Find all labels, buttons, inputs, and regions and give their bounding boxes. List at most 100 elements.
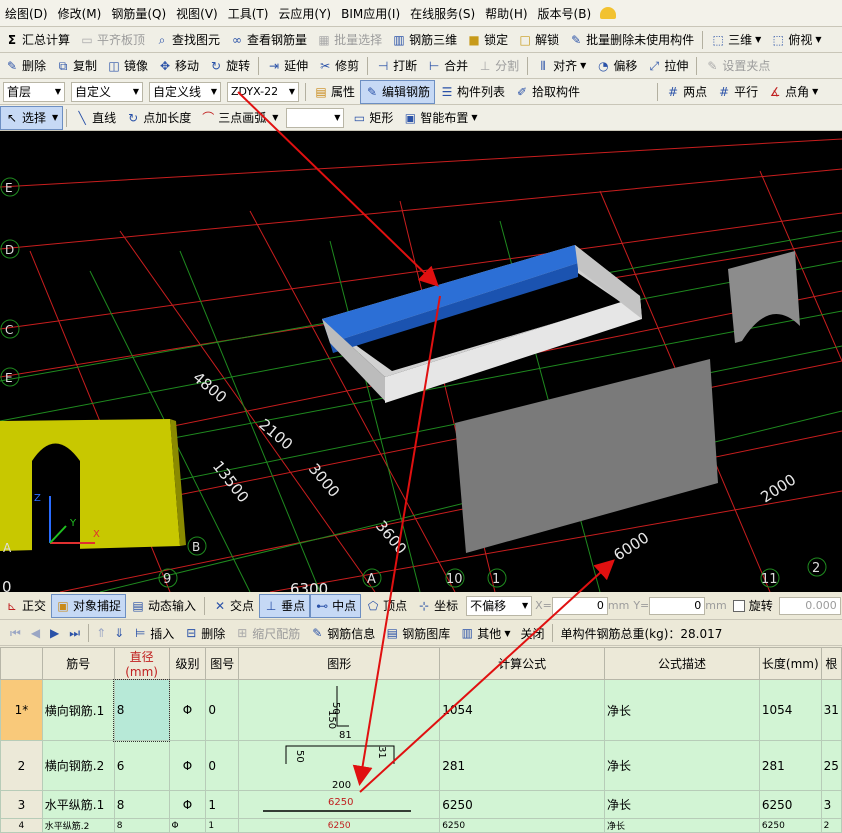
last-record-icon[interactable]: ⏭ (69, 626, 80, 641)
split-button[interactable]: ⊥ 分割 (473, 54, 524, 78)
next-record-icon[interactable]: ▶ (50, 626, 59, 640)
formula-desc-cell[interactable]: 净长 (604, 818, 760, 833)
grade-cell[interactable]: Φ (168, 790, 207, 819)
extend-button[interactable]: ⇥ 延伸 (262, 54, 313, 78)
break-button[interactable]: ⊣ 打断 (371, 54, 422, 78)
length-cell[interactable]: 281 (758, 740, 822, 791)
view-3d-dropdown[interactable]: ⬚ 三维 ▼ (706, 28, 766, 52)
align-dropdown[interactable]: ⫴ 对齐 ▼ (531, 54, 591, 78)
menu-online[interactable]: 在线服务(S) (405, 5, 480, 22)
delete-button[interactable]: ✎ 删除 (0, 54, 51, 78)
formula-desc-cell[interactable]: 净长 (604, 790, 760, 819)
length-cell[interactable]: 1054 (758, 679, 822, 741)
menu-version[interactable]: 版本号(B) (533, 5, 597, 22)
shape-cell[interactable]: 150 50 81 (238, 679, 441, 741)
floor-select[interactable]: 首层 ▼ (3, 81, 65, 102)
col-diameter[interactable]: 直径(mm) (113, 647, 170, 680)
top-view-dropdown[interactable]: ⬚ 俯视 ▼ (766, 28, 826, 52)
table-row[interactable]: 2 横向钢筋.2 6 Φ 0 50 31 200 281 净长 281 25 (0, 740, 842, 791)
rotate-checkbox[interactable] (732, 599, 745, 612)
perpendicular-snap-button[interactable]: ⊥ 垂点 (259, 593, 311, 618)
menu-draw[interactable]: 绘图(D) (0, 5, 53, 22)
find-element-button[interactable]: ⌕ 查找图元 (150, 28, 225, 52)
intersect-snap-button[interactable]: ✕ 交点 (208, 594, 259, 618)
menu-cloud[interactable]: 云应用(Y) (273, 5, 336, 22)
formula-cell[interactable]: 1054 (439, 679, 606, 741)
rect-button[interactable]: ▭ 矩形 (347, 106, 398, 130)
copy-button[interactable]: ⧉ 复制 (51, 54, 102, 78)
category-select[interactable]: 自定义 ▼ (71, 81, 143, 102)
close-grid-button[interactable]: 关闭 (515, 621, 549, 645)
rotate-button[interactable]: ↻ 旋转 (204, 54, 255, 78)
col-figure-no[interactable]: 图号 (205, 647, 240, 680)
shape-cell[interactable]: 50 31 200 (238, 740, 441, 791)
delete-row-button[interactable]: ⊟ 删除 (179, 621, 230, 645)
line-button[interactable]: ╲ 直线 (70, 106, 121, 130)
point-angle-dropdown[interactable]: ∡ 点角 ▼ (763, 80, 823, 104)
trim-button[interactable]: ✂ 修剪 (313, 54, 364, 78)
select-dropdown[interactable]: ↖ 选择 ▼ (0, 105, 64, 130)
first-record-icon[interactable]: ⏮ (10, 626, 21, 641)
formula-cell[interactable]: 281 (439, 740, 606, 791)
formula-cell[interactable]: 6250 (439, 790, 606, 819)
grade-cell[interactable]: Φ (168, 740, 207, 791)
summary-button[interactable]: Σ 汇总计算 (0, 28, 75, 52)
helmet-icon[interactable] (600, 7, 617, 19)
vertex-snap-button[interactable]: ⬠ 顶点 (361, 594, 412, 618)
move-button[interactable]: ✥ 移动 (153, 54, 204, 78)
menu-help[interactable]: 帮助(H) (480, 5, 532, 22)
col-grade[interactable]: 级别 (168, 647, 207, 680)
shape-cell[interactable]: 6250 (238, 818, 441, 833)
mirror-button[interactable]: ◫ 镜像 (102, 54, 153, 78)
pick-component-button[interactable]: ✐ 拾取构件 (510, 80, 585, 104)
set-point-button[interactable]: ✎ 设置夹点 (700, 54, 775, 78)
point-length-button[interactable]: ↻ 点加长度 (121, 106, 196, 130)
rebar-3d-button[interactable]: ▥ 钢筋三维 (387, 28, 462, 52)
figure-no-cell[interactable]: 0 (205, 740, 240, 791)
row-number[interactable]: 1* (0, 679, 43, 741)
x-input[interactable]: 0 (551, 596, 608, 615)
count-cell[interactable]: 3 (820, 790, 842, 819)
3d-viewport[interactable]: Z Y X E D C E A B 9 A 10 1 11 2 4800 210… (0, 131, 842, 592)
diameter-cell[interactable]: 8 (113, 818, 170, 833)
diameter-cell[interactable]: 8 (113, 790, 170, 819)
menu-rebar[interactable]: 钢筋量(Q) (106, 5, 171, 22)
col-bar-no[interactable]: 筋号 (41, 647, 115, 680)
ortho-button[interactable]: ⊾ 正交 (0, 594, 51, 618)
grade-cell[interactable]: Φ (168, 818, 207, 833)
col-shape[interactable]: 图形 (238, 647, 441, 680)
component-select[interactable]: ZDYX-22 ▼ (227, 81, 299, 102)
offset-button[interactable]: ◔ 偏移 (591, 54, 642, 78)
count-cell[interactable]: 31 (820, 679, 842, 741)
parallel-button[interactable]: # 平行 (712, 80, 763, 104)
menu-modify[interactable]: 修改(M) (53, 5, 107, 22)
figure-no-cell[interactable]: 1 (205, 790, 240, 819)
scale-rebar-button[interactable]: ⊞ 缩尺配筋 (230, 621, 305, 645)
object-snap-button[interactable]: ▣ 对象捕捉 (51, 593, 127, 618)
formula-desc-cell[interactable]: 净长 (604, 679, 760, 741)
flat-slab-button[interactable]: ▭ 平齐板顶 (75, 28, 150, 52)
arc-option-select[interactable]: ▼ (286, 107, 345, 128)
subtype-select[interactable]: 自定义线 ▼ (149, 81, 221, 102)
col-count[interactable]: 根 (820, 647, 842, 680)
lock-button[interactable]: ■ 锁定 (462, 28, 513, 52)
col-length[interactable]: 长度(mm) (758, 647, 822, 680)
col-formula-desc[interactable]: 公式描述 (604, 647, 760, 680)
prev-record-icon[interactable]: ◀ (31, 626, 40, 640)
bar-name-cell[interactable]: 水平纵筋.1 (41, 790, 115, 819)
formula-desc-cell[interactable]: 净长 (604, 740, 760, 791)
menu-view[interactable]: 视图(V) (171, 5, 223, 22)
edit-rebar-button[interactable]: ✎ 编辑钢筋 (360, 79, 436, 104)
move-up-icon[interactable]: ⇑ (96, 626, 106, 640)
rotate-input[interactable]: 0.000 (778, 596, 841, 615)
gray-panel[interactable] (728, 251, 800, 343)
table-row[interactable]: 3 水平纵筋.1 8 Φ 1 6250 6250 净长 6250 3 (0, 790, 842, 819)
col-formula[interactable]: 计算公式 (439, 647, 606, 680)
merge-button[interactable]: ⊢ 合并 (422, 54, 473, 78)
menu-tools[interactable]: 工具(T) (223, 5, 274, 22)
stretch-button[interactable]: ⤢ 拉伸 (642, 54, 693, 78)
table-row[interactable]: 1* 横向钢筋.1 8 Φ 0 150 50 81 1054 净长 1054 3… (0, 678, 842, 742)
grade-cell[interactable]: Φ (168, 679, 207, 741)
rebar-library-button[interactable]: ▤ 钢筋图库 (380, 621, 455, 645)
diameter-cell[interactable]: 6 (113, 740, 170, 791)
